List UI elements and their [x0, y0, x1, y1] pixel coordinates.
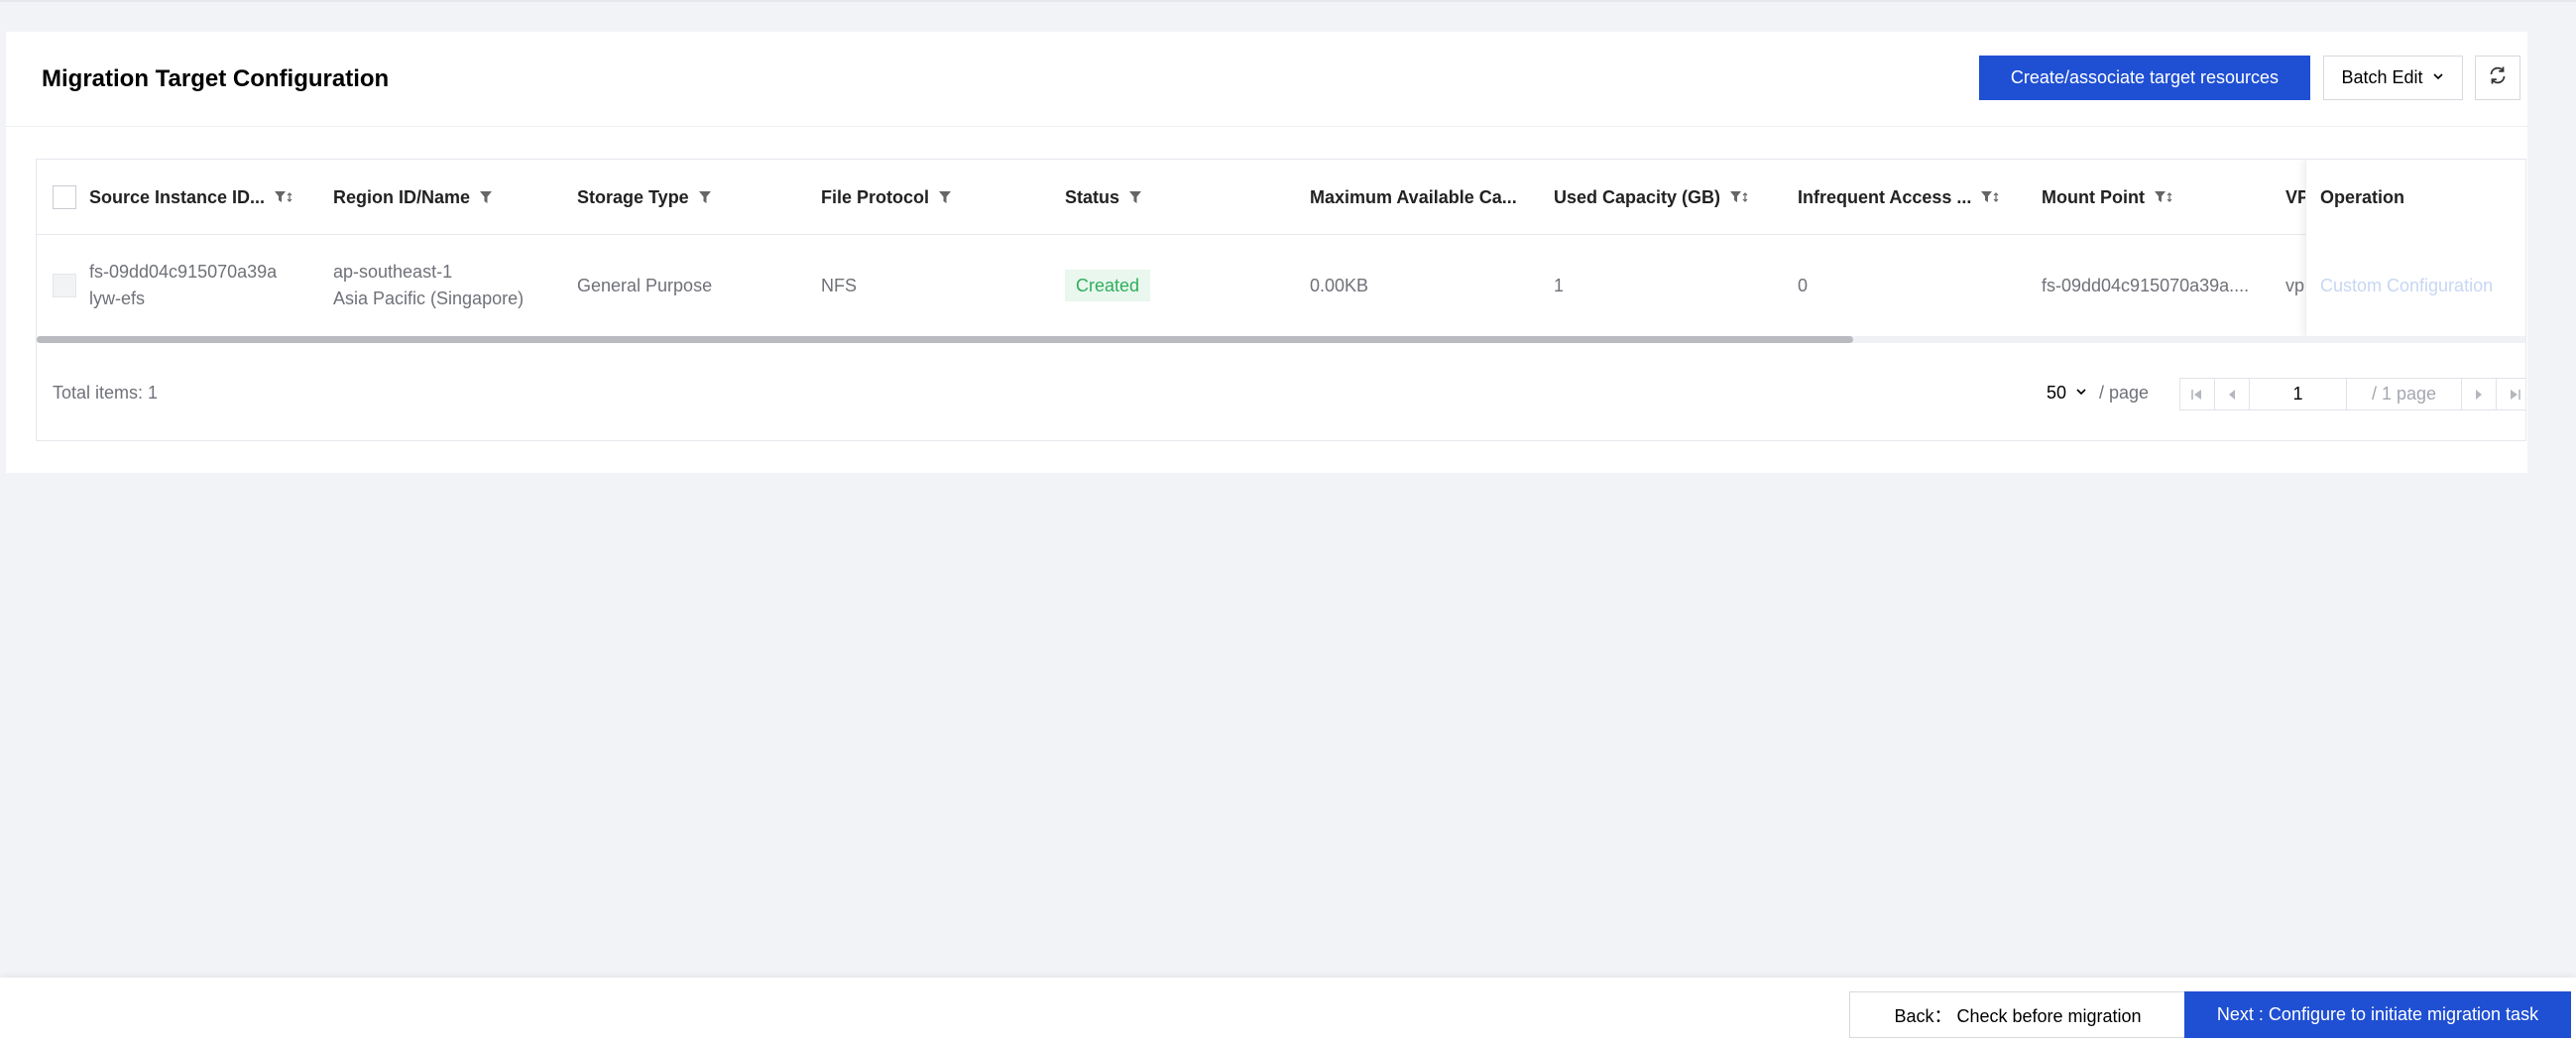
filter-icon[interactable]	[1128, 189, 1142, 205]
operation-column: Operation Custom Configuration	[2305, 160, 2525, 336]
custom-configuration-link[interactable]: Custom Configuration	[2320, 235, 2493, 336]
top-divider	[0, 0, 2576, 2]
col-region: Region ID/Name	[333, 160, 493, 235]
table-header: Source Instance ID... Region ID/Name Sto…	[37, 160, 2525, 235]
col-mount-point-label: Mount Point	[2042, 186, 2145, 207]
col-status: Status	[1065, 160, 1142, 235]
select-all-checkbox[interactable]	[53, 185, 76, 209]
col-source-instance: Source Instance ID...	[89, 160, 295, 235]
last-page-button[interactable]	[2497, 379, 2525, 409]
cell-source-instance: fs-09dd04c915070a39a lyw-efs	[89, 235, 277, 336]
col-operation: Operation	[2320, 186, 2405, 207]
panel-header: Migration Target Configuration Create/as…	[6, 32, 2527, 127]
cell-mount-point: fs-09dd04c915070a39a....	[2042, 235, 2249, 336]
col-file-protocol: File Protocol	[821, 160, 952, 235]
used-capacity-value: 1	[1554, 275, 1565, 295]
col-file-protocol-label: File Protocol	[821, 186, 930, 207]
page-size-value: 50	[2047, 382, 2067, 403]
storage-type-value: General Purpose	[577, 275, 713, 295]
row-checkbox[interactable]	[53, 274, 76, 297]
cell-infrequent-access: 0	[1798, 235, 1808, 336]
col-source-instance-label: Source Instance ID...	[89, 186, 266, 207]
migration-target-panel: Migration Target Configuration Create/as…	[6, 32, 2527, 473]
pager: / 1 page	[2179, 378, 2525, 410]
col-infrequent-access-label: Infrequent Access ...	[1798, 186, 1972, 207]
batch-edit-dropdown[interactable]: Batch Edit	[2323, 56, 2463, 100]
target-table: Source Instance ID... Region ID/Name Sto…	[36, 159, 2526, 441]
status-badge: Created	[1065, 270, 1151, 301]
filter-sort-icon[interactable]	[1980, 189, 2002, 205]
cell-vpc: vp	[2285, 235, 2304, 336]
page-size-select[interactable]: 50	[2047, 343, 2088, 440]
cell-storage-type: General Purpose	[577, 235, 712, 336]
cell-region: ap-southeast-1 Asia Pacific (Singapore)	[333, 235, 524, 336]
per-page-label: / page	[2099, 382, 2150, 403]
next-page-icon	[2476, 389, 2482, 400]
col-region-label: Region ID/Name	[333, 186, 471, 207]
horizontal-scrollbar[interactable]	[37, 336, 2525, 343]
refresh-button[interactable]	[2475, 56, 2520, 100]
last-page-icon	[2510, 389, 2520, 400]
filter-icon[interactable]	[938, 189, 952, 205]
filter-icon[interactable]	[698, 189, 712, 205]
col-used-capacity-label: Used Capacity (GB)	[1554, 186, 1721, 207]
create-associate-button[interactable]: Create/associate target resources	[1979, 56, 2310, 100]
prev-page-button[interactable]	[2215, 379, 2250, 409]
max-capacity-value: 0.00KB	[1310, 275, 1369, 295]
mount-point-value: fs-09dd04c915070a39a....	[2042, 275, 2250, 295]
total-pages: / 1 page	[2347, 379, 2462, 409]
chevron-down-icon	[2431, 67, 2445, 88]
infrequent-access-value: 0	[1798, 275, 1809, 295]
col-storage-type: Storage Type	[577, 160, 712, 235]
col-max-capacity: Maximum Available Ca...	[1310, 160, 1517, 235]
region-id: ap-southeast-1	[333, 262, 453, 282]
table-row: fs-09dd04c915070a39a lyw-efs ap-southeas…	[37, 235, 2525, 336]
scrollbar-thumb[interactable]	[37, 336, 1854, 343]
filter-sort-icon[interactable]	[2154, 189, 2175, 205]
instance-id: fs-09dd04c915070a39a	[89, 262, 278, 282]
cell-file-protocol: NFS	[821, 235, 857, 336]
cell-max-capacity: 0.00KB	[1310, 235, 1368, 336]
col-max-capacity-label: Maximum Available Ca...	[1310, 186, 1517, 207]
first-page-icon	[2191, 389, 2201, 400]
page-title: Migration Target Configuration	[42, 65, 390, 92]
bottom-action-bar: Back： Check before migration Next : Conf…	[0, 978, 2576, 1041]
prev-page-icon	[2229, 389, 2235, 400]
next-page-button[interactable]	[2462, 379, 2497, 409]
back-button[interactable]: Back： Check before migration	[1849, 991, 2186, 1038]
next-button[interactable]: Next : Configure to initiate migration t…	[2184, 991, 2571, 1038]
refresh-icon	[2487, 64, 2509, 91]
total-items: Total items: 1	[53, 382, 159, 403]
vpc-value: vp	[2285, 275, 2305, 295]
batch-edit-label: Batch Edit	[2341, 67, 2423, 87]
col-mount-point: Mount Point	[2042, 160, 2175, 235]
col-used-capacity: Used Capacity (GB)	[1554, 160, 1751, 235]
pagination-bar: Total items: 1 50 / page / 1 page	[37, 343, 2525, 440]
instance-name: lyw-efs	[89, 289, 146, 308]
col-storage-type-label: Storage Type	[577, 186, 689, 207]
page-number-input[interactable]	[2250, 379, 2347, 409]
chevron-down-icon	[2074, 383, 2088, 404]
filter-sort-icon[interactable]	[1729, 189, 1751, 205]
col-infrequent-access: Infrequent Access ...	[1798, 160, 2002, 235]
region-name: Asia Pacific (Singapore)	[333, 289, 525, 308]
filter-icon[interactable]	[479, 189, 493, 205]
file-protocol-value: NFS	[821, 275, 857, 295]
col-status-label: Status	[1065, 186, 1120, 207]
filter-sort-icon[interactable]	[274, 189, 295, 205]
cell-used-capacity: 1	[1554, 235, 1564, 336]
cell-status: Created	[1065, 235, 1151, 336]
first-page-button[interactable]	[2180, 379, 2215, 409]
